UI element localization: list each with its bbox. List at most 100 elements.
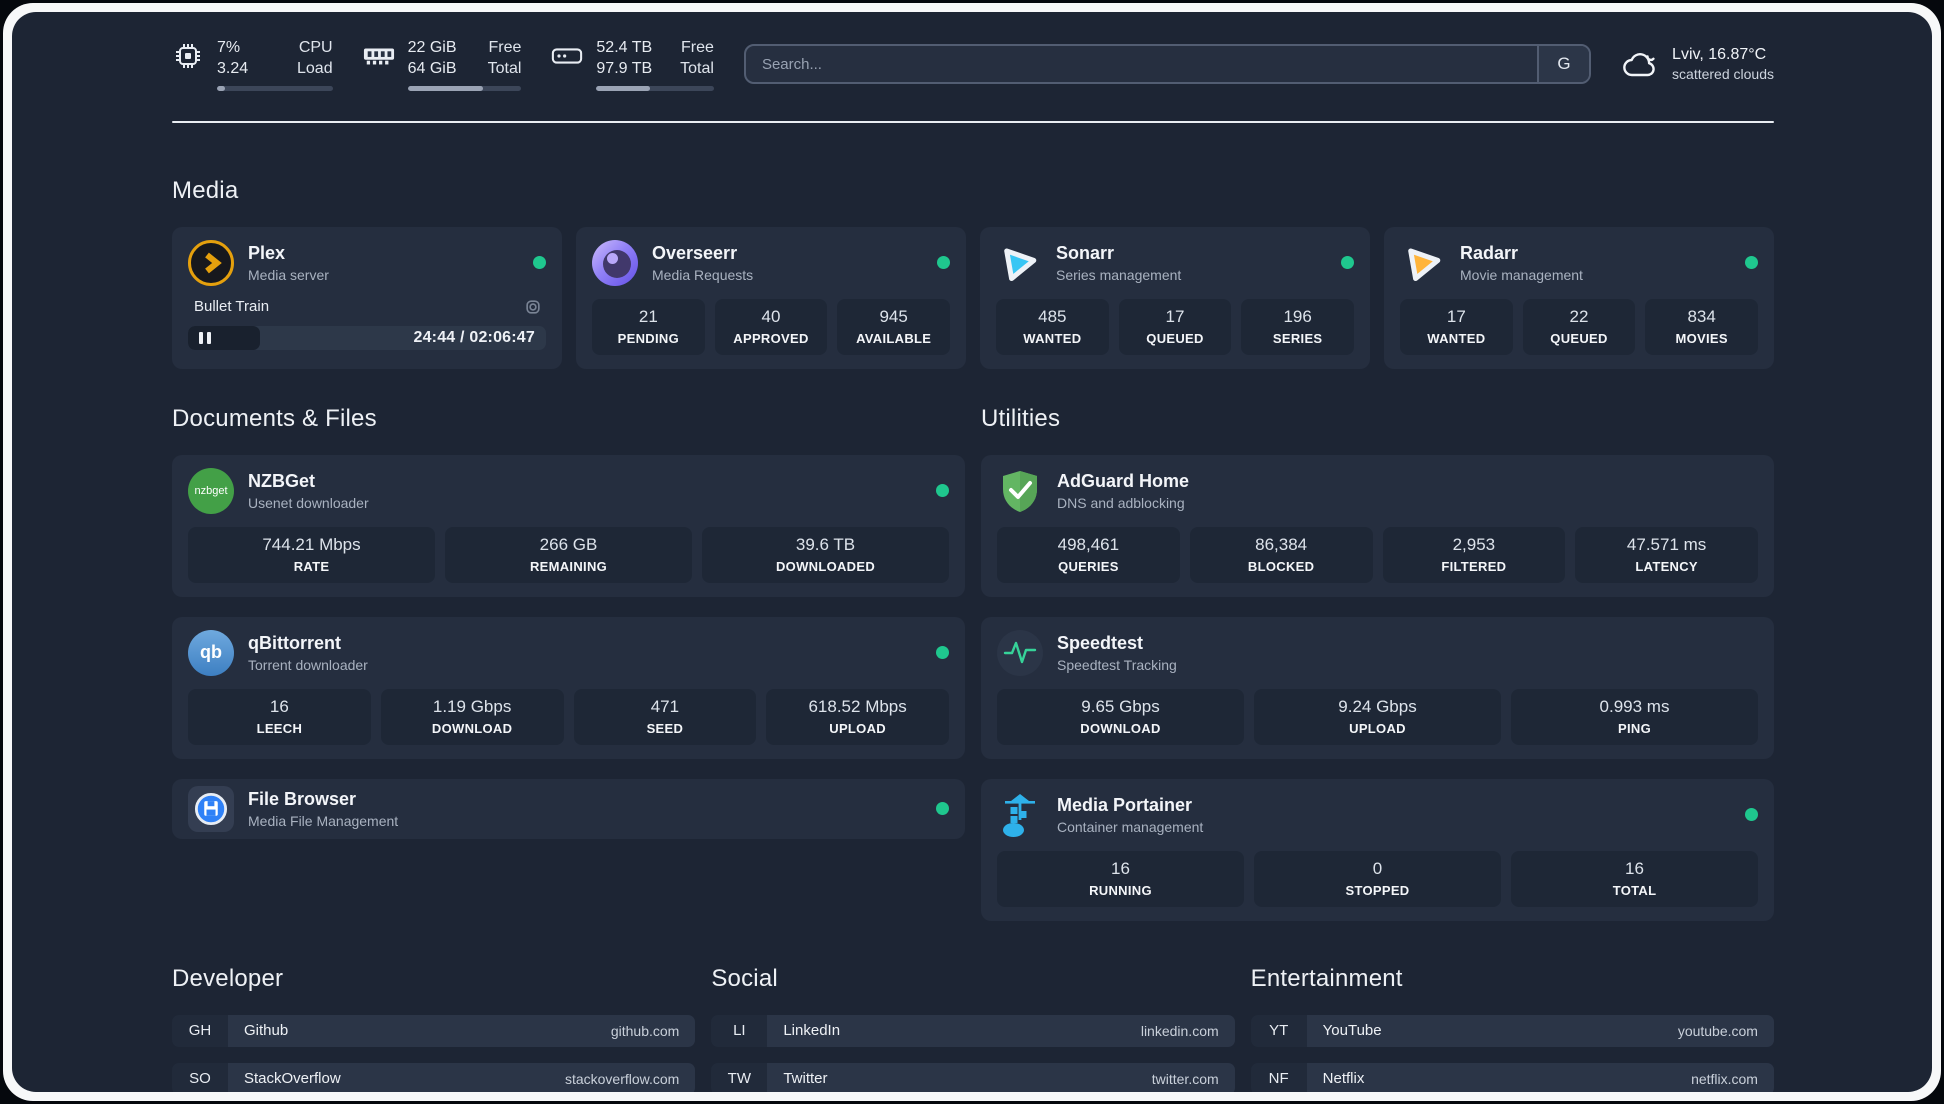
- section-title-developer: Developer: [172, 964, 284, 992]
- settings-icon[interactable]: [524, 298, 542, 316]
- status-dot: [936, 646, 949, 660]
- section-title-social: Social: [711, 964, 778, 992]
- overseerr-icon: [592, 239, 638, 286]
- app-title: Radarr: [1460, 242, 1519, 263]
- bookmark-name: Netflix: [1322, 1070, 1365, 1088]
- playback-progress-bar[interactable]: 24:44 / 02:06:47: [188, 325, 546, 350]
- weather-widget[interactable]: Lviv, 16.87°C scattered clouds: [1621, 46, 1774, 82]
- app-card-qbittorrent[interactable]: qb qBittorrent Torrent downloader 16 LEEC…: [172, 616, 965, 759]
- cpu-progress-bar: [217, 85, 333, 91]
- section-title-media: Media: [172, 176, 239, 204]
- weather-condition: scattered clouds: [1672, 66, 1774, 83]
- stat-tile: 22 QUEUED: [1522, 298, 1636, 355]
- app-title: NZBGet: [248, 470, 315, 491]
- now-playing-title: Bullet Train: [194, 298, 270, 316]
- memory-total-label: Total: [487, 59, 522, 77]
- app-title: Sonarr: [1056, 242, 1115, 263]
- disk-free-value: 52.4 TB: [596, 39, 653, 56]
- status-dot: [937, 256, 950, 270]
- cpu-label: CPU: [298, 39, 333, 56]
- stat-tile: 9.24 Gbps UPLOAD: [1254, 688, 1501, 745]
- stat-tile: 17 WANTED: [1400, 298, 1513, 355]
- bookmark-youtube[interactable]: YT YouTube youtube.com: [1250, 1014, 1774, 1047]
- bookmark-netflix[interactable]: NF Netflix netflix.com: [1250, 1062, 1774, 1092]
- search-engine-button[interactable]: G: [1537, 46, 1590, 83]
- stat-tile: 266 GB REMAINING: [445, 526, 692, 583]
- disk-progress-bar: [596, 85, 714, 91]
- bookmark-name: Github: [244, 1022, 289, 1040]
- bookmark-name: YouTube: [1322, 1022, 1382, 1040]
- app-card-portainer[interactable]: Media Portainer Container management 16 R…: [981, 778, 1774, 921]
- status-dot: [533, 256, 546, 270]
- qbittorrent-icon: qb: [188, 629, 234, 676]
- disk-stat: 52.4 TB 97.9 TB Free Total: [551, 38, 714, 91]
- pause-icon: [199, 331, 211, 344]
- cpu-load-value: 3.24: [217, 59, 249, 77]
- section-title-utilities: Utilities: [981, 404, 1061, 432]
- radarr-icon: [1400, 240, 1446, 286]
- memory-free-value: 22 GiB: [407, 39, 457, 56]
- status-dot: [1745, 256, 1758, 270]
- section-title-documents: Documents & Files: [172, 404, 377, 432]
- stat-tile: 196 SERIES: [1241, 298, 1354, 355]
- app-subtitle: Torrent downloader: [248, 656, 368, 673]
- app-card-adguard[interactable]: AdGuard Home DNS and adblocking 498,461 Q…: [981, 454, 1774, 597]
- bookmark-url: youtube.com: [1677, 1022, 1758, 1039]
- bookmark-twitter[interactable]: TW Twitter twitter.com: [711, 1062, 1235, 1092]
- stat-tile: 47.571 ms LATENCY: [1575, 526, 1758, 583]
- stat-tile: 498,461 QUERIES: [997, 526, 1180, 583]
- bookmark-name: Twitter: [783, 1070, 828, 1088]
- topbar: 7% 3.24 CPU Load 22 GiB 64 GiB Free Tota…: [172, 38, 1774, 91]
- app-title: Media Portainer: [1057, 794, 1193, 815]
- bookmark-linkedin[interactable]: LI LinkedIn linkedin.com: [711, 1014, 1235, 1047]
- stat-tile: 618.52 Mbps UPLOAD: [766, 688, 949, 745]
- portainer-icon: [997, 792, 1043, 838]
- app-card-radarr[interactable]: Radarr Movie management 17 WANTED 22 QUEUE…: [1384, 226, 1774, 369]
- bookmark-abbr: LI: [711, 1014, 768, 1047]
- bookmark-stackoverflow[interactable]: SO StackOverflow stackoverflow.com: [172, 1062, 696, 1092]
- app-card-speedtest[interactable]: Speedtest Speedtest Tracking 9.65 Gbps DO…: [981, 616, 1774, 759]
- app-subtitle: Media File Management: [248, 812, 399, 829]
- bookmark-name: LinkedIn: [783, 1022, 841, 1040]
- status-dot: [936, 802, 949, 816]
- pause-button[interactable]: [188, 325, 260, 350]
- bookmark-github[interactable]: GH Github github.com: [172, 1014, 696, 1047]
- app-card-nzbget[interactable]: nzbget NZBGet Usenet downloader 744.21 M…: [172, 454, 965, 597]
- search-input[interactable]: [745, 46, 1538, 83]
- bookmark-abbr: GH: [172, 1014, 228, 1047]
- app-card-filebrowser[interactable]: File Browser Media File Management: [172, 778, 965, 839]
- bookmark-name: StackOverflow: [244, 1070, 341, 1088]
- status-dot: [1341, 256, 1354, 270]
- search-bar: G: [743, 44, 1592, 85]
- stat-tile: 1.19 Gbps DOWNLOAD: [380, 688, 564, 745]
- stat-tile: 485 WANTED: [996, 298, 1109, 355]
- bookmark-abbr: SO: [172, 1062, 228, 1092]
- app-card-sonarr[interactable]: Sonarr Series management 485 WANTED 17 QUE…: [980, 226, 1370, 369]
- app-title: AdGuard Home: [1057, 470, 1190, 491]
- bookmarks-developer: Developer GH Github github.com SO StackOv…: [172, 964, 696, 1092]
- bookmark-url: netflix.com: [1691, 1070, 1758, 1087]
- memory-stat: 22 GiB 64 GiB Free Total: [363, 38, 522, 91]
- cpu-load-label: Load: [297, 59, 333, 77]
- memory-free-label: Free: [488, 39, 522, 56]
- adguard-icon: [997, 468, 1043, 514]
- app-card-plex[interactable]: Plex Media server Bullet Train 24:44 / 0…: [172, 226, 562, 369]
- bookmarks-social: Social LI LinkedIn linkedin.com TW Twitte…: [711, 964, 1235, 1092]
- app-card-overseerr[interactable]: Overseerr Media Requests 21 PENDING 40 APP…: [576, 226, 966, 369]
- status-dot: [936, 484, 949, 498]
- bookmarks-entertainment: Entertainment YT YouTube youtube.com NF N…: [1250, 965, 1774, 1092]
- app-subtitle: Movie management: [1460, 266, 1583, 283]
- disk-total-value: 97.9 TB: [596, 59, 653, 77]
- disk-free-label: Free: [681, 39, 714, 56]
- app-title: qBittorrent: [248, 632, 341, 653]
- bookmark-url: twitter.com: [1151, 1070, 1219, 1087]
- bookmark-abbr: TW: [711, 1062, 768, 1092]
- disk-total-label: Total: [680, 59, 714, 77]
- disk-icon: [552, 48, 583, 64]
- stat-tile: 17 QUEUED: [1118, 298, 1232, 355]
- cpu-stat: 7% 3.24 CPU Load: [172, 38, 333, 91]
- header-divider: [172, 120, 1774, 123]
- stat-tile: 471 SEED: [573, 688, 757, 745]
- sonarr-icon: [996, 240, 1042, 286]
- app-subtitle: Media Requests: [652, 266, 754, 283]
